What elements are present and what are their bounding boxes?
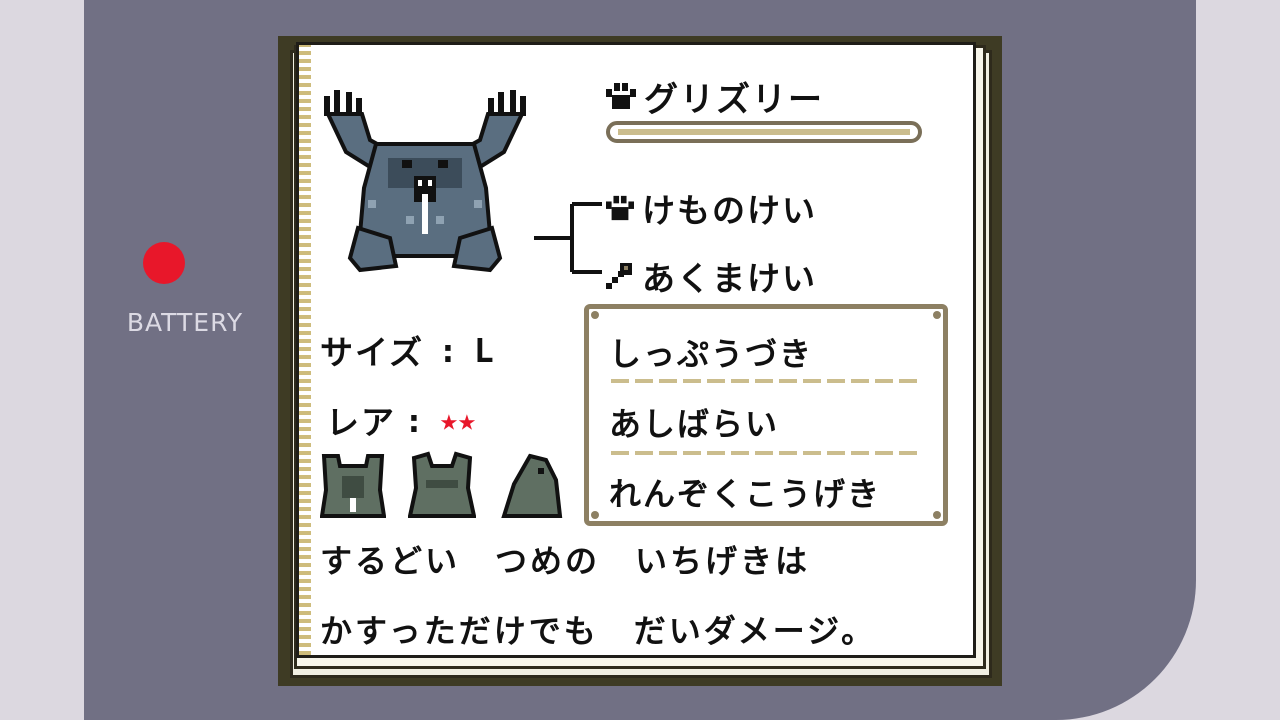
size-label: サイズ: [320, 333, 425, 372]
monster-name-row: グリズリー: [604, 76, 824, 120]
bear-front-thumbnail[interactable]: [320, 450, 386, 520]
move-item[interactable]: あしばらい: [609, 399, 779, 445]
family-row-beast: けものけい: [604, 184, 817, 232]
name-underline-bar: [606, 121, 922, 143]
size-colon: :: [438, 330, 460, 370]
description-line-2: かすっただけでも だいダメージ。: [320, 612, 877, 650]
moves-panel: しっぷうづき あしばらい れんぞくこうげき: [584, 304, 948, 526]
creature-side-thumbnail[interactable]: [500, 450, 564, 520]
move-divider: [611, 451, 923, 455]
size-value: L: [473, 330, 496, 370]
paw-icon: [606, 83, 636, 109]
rarity-colon: :: [404, 400, 426, 440]
battery-label: BATTERY: [126, 308, 244, 337]
family-label-demon: あくまけい: [642, 259, 817, 298]
grizzly-sprite: [324, 90, 526, 273]
battery-led-icon: [143, 242, 185, 284]
family-row-demon: あくまけい: [604, 252, 817, 300]
rarity-stat: レア : ★★: [326, 396, 476, 444]
book-binding: [299, 45, 311, 655]
description-line-1: するどい つめの いちげきは: [320, 542, 811, 580]
family-label-beast: けものけい: [642, 191, 817, 230]
move-item[interactable]: しっぷうづき: [609, 329, 813, 375]
monster-name: グリズリー: [644, 79, 824, 120]
frog-front-thumbnail[interactable]: [408, 450, 476, 520]
move-item[interactable]: れんぞくこうげき: [609, 469, 881, 515]
axe-icon: [606, 263, 632, 289]
move-divider: [611, 379, 923, 383]
size-stat: サイズ : L: [320, 326, 496, 374]
paw-icon: [606, 195, 634, 221]
rarity-label: レア: [326, 403, 396, 442]
rarity-stars: ★★: [439, 402, 476, 438]
